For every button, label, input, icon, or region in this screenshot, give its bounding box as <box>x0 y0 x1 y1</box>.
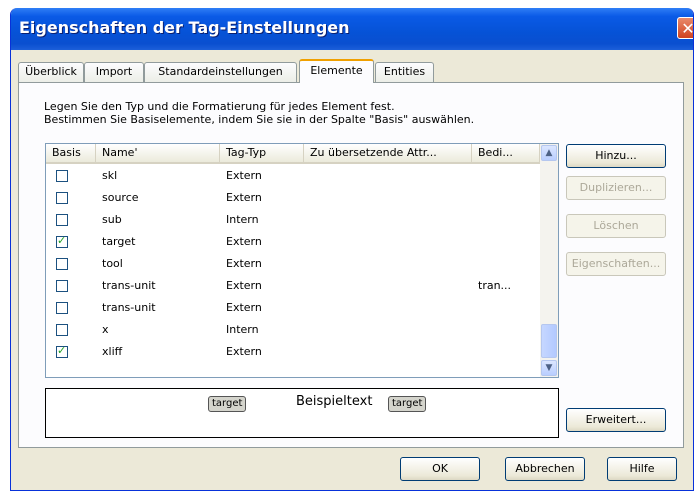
cancel-button[interactable]: Abbrechen <box>505 457 585 481</box>
basis-checkbox[interactable] <box>56 280 68 292</box>
element-tag-type: Extern <box>226 345 262 358</box>
element-name: x <box>102 323 109 336</box>
column-header-attributes[interactable]: Zu übersetzende Attr... <box>304 144 472 162</box>
table-row[interactable]: trans-unit Extern tran... <box>46 276 540 298</box>
basis-checkbox[interactable] <box>56 258 68 270</box>
duplicate-button[interactable]: Duplizieren... <box>566 176 666 200</box>
add-button[interactable]: Hinzu... <box>566 144 666 168</box>
basis-checkbox[interactable] <box>56 344 68 358</box>
title-bar[interactable]: Eigenschaften der Tag-Einstellungen ✕ <box>11 8 693 50</box>
description-line-2: Bestimmen Sie Basiselemente, indem Sie s… <box>44 113 475 126</box>
tab-entities[interactable]: Entities <box>375 62 434 82</box>
table-row[interactable]: x Intern <box>46 320 540 342</box>
scroll-thumb[interactable] <box>541 324 557 358</box>
column-header-tag-type[interactable]: Tag-Typ <box>220 144 304 162</box>
tab-elemente[interactable]: Elemente <box>299 59 374 83</box>
element-tag-type: Extern <box>226 235 262 248</box>
close-icon[interactable]: ✕ <box>677 17 693 39</box>
basis-checkbox[interactable] <box>56 214 68 226</box>
column-header-name[interactable]: Name' <box>96 144 220 162</box>
element-name: xliff <box>102 345 123 358</box>
table-row[interactable]: xliff Extern <box>46 342 540 364</box>
window-title: Eigenschaften der Tag-Einstellungen <box>19 18 350 37</box>
tab-standardeinstellungen[interactable]: Standardeinstellungen <box>144 62 297 82</box>
table-row[interactable]: skl Extern <box>46 166 540 188</box>
table-row[interactable]: trans-unit Extern <box>46 298 540 320</box>
elements-list[interactable]: Basis Name' Tag-Typ Zu übersetzende Attr… <box>45 143 559 378</box>
basis-checkbox[interactable] <box>56 234 68 248</box>
element-tag-type: Extern <box>226 169 262 182</box>
element-name: target <box>102 235 136 248</box>
element-name: sub <box>102 213 122 226</box>
sample-text: Beispieltext <box>296 394 373 409</box>
element-name: tool <box>102 257 123 270</box>
description-line-1: Legen Sie den Typ und die Formatierung f… <box>44 100 395 113</box>
dialog-window: Eigenschaften der Tag-Einstellungen ✕ Üb… <box>10 8 694 491</box>
delete-button[interactable]: Löschen <box>566 214 666 238</box>
basis-checkbox[interactable] <box>56 302 68 314</box>
element-condition: tran... <box>478 279 512 292</box>
scroll-down-icon[interactable]: ▼ <box>541 360 557 376</box>
element-name: trans-unit <box>102 279 156 292</box>
table-row[interactable]: tool Extern <box>46 254 540 276</box>
element-tag-type: Extern <box>226 257 262 270</box>
basis-checkbox[interactable] <box>56 192 68 204</box>
table-row[interactable]: target Extern <box>46 232 540 254</box>
element-tag-type: Intern <box>226 323 259 336</box>
basis-checkbox[interactable] <box>56 170 68 182</box>
ok-button[interactable]: OK <box>400 457 480 481</box>
list-header: Basis Name' Tag-Typ Zu übersetzende Attr… <box>46 144 540 164</box>
basis-checkbox[interactable] <box>56 324 68 336</box>
element-tag-type: Extern <box>226 191 262 204</box>
open-tag-preview: target <box>208 396 247 412</box>
tab-ueberblick[interactable]: Überblick <box>18 62 84 82</box>
element-tag-type: Extern <box>226 301 262 314</box>
element-name: source <box>102 191 139 204</box>
element-tag-type: Extern <box>226 279 262 292</box>
element-name: skl <box>102 169 118 182</box>
column-header-basis[interactable]: Basis <box>46 144 96 162</box>
column-header-condition[interactable]: Bedi... <box>472 144 540 162</box>
element-tag-type: Intern <box>226 213 259 226</box>
tab-import[interactable]: Import <box>84 62 144 82</box>
element-name: trans-unit <box>102 301 156 314</box>
table-row[interactable]: source Extern <box>46 188 540 210</box>
scroll-up-icon[interactable]: ▲ <box>541 145 557 161</box>
help-button[interactable]: Hilfe <box>607 457 677 481</box>
close-tag-preview: target <box>388 396 427 412</box>
advanced-button[interactable]: Erweitert... <box>566 408 666 432</box>
table-row[interactable]: sub Intern <box>46 210 540 232</box>
format-preview: target Beispieltext target <box>45 388 559 438</box>
vertical-scrollbar[interactable]: ▲ ▼ <box>540 144 558 377</box>
properties-button[interactable]: Eigenschaften... <box>566 252 666 276</box>
